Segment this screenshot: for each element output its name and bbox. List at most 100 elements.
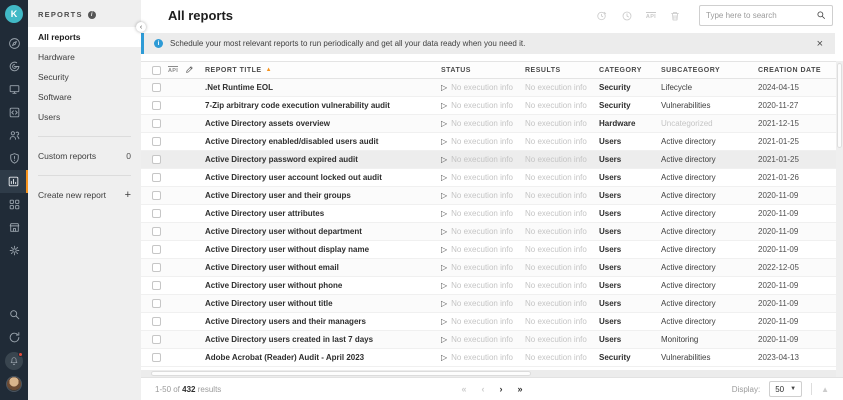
run-report-icon[interactable]: ▷ — [441, 155, 447, 164]
previous-page-button[interactable]: ‹ — [482, 384, 485, 394]
column-header-report-title[interactable]: REPORT TITLE ▲ — [193, 67, 429, 74]
row-checkbox[interactable] — [152, 299, 161, 308]
run-report-icon[interactable]: ▷ — [441, 299, 447, 308]
run-report-icon[interactable]: ▷ — [441, 263, 447, 272]
row-checkbox[interactable] — [152, 119, 161, 128]
run-report-icon[interactable]: ▷ — [441, 317, 447, 326]
table-row[interactable]: Active Directory user without email ▷ No… — [141, 259, 836, 277]
row-checkbox[interactable] — [152, 353, 161, 362]
sidebar-collapse-button[interactable]: ‹ — [136, 22, 146, 32]
clock-icon[interactable] — [621, 10, 633, 22]
first-page-button[interactable]: « — [461, 384, 466, 394]
search-icon[interactable] — [816, 7, 826, 25]
row-checkbox[interactable] — [152, 209, 161, 218]
sidebar-item-users[interactable]: Users — [28, 107, 141, 127]
run-report-icon[interactable]: ▷ — [441, 353, 447, 362]
table-row[interactable]: Active Directory password expired audit … — [141, 151, 836, 169]
next-page-button[interactable]: › — [500, 384, 503, 394]
column-header-results[interactable]: RESULTS — [513, 67, 587, 74]
table-row[interactable]: Active Directory user without department… — [141, 223, 836, 241]
search-icon[interactable] — [0, 303, 28, 326]
close-icon[interactable]: × — [815, 38, 825, 49]
report-title[interactable]: Active Directory user attributes — [193, 209, 429, 218]
column-header-creation-date[interactable]: CREATION DATE — [746, 67, 836, 74]
collapse-up-icon[interactable]: ▲ — [821, 385, 829, 394]
search-input[interactable] — [706, 11, 812, 20]
trash-icon[interactable] — [669, 10, 681, 22]
report-title[interactable]: Active Directory assets overview — [193, 119, 429, 128]
create-new-report-button[interactable]: Create new report + — [28, 185, 141, 205]
sidebar-item-software[interactable]: Software — [28, 87, 141, 107]
run-report-icon[interactable]: ▷ — [441, 335, 447, 344]
column-header-status[interactable]: STATUS — [429, 67, 513, 74]
report-title[interactable]: Adobe Acrobat (Reader) Audit - April 202… — [193, 353, 429, 362]
row-checkbox[interactable] — [152, 191, 161, 200]
table-row[interactable]: Active Directory user account locked out… — [141, 169, 836, 187]
run-report-icon[interactable]: ▷ — [441, 227, 447, 236]
search-box[interactable] — [699, 5, 833, 26]
reports-chart-icon[interactable] — [0, 170, 28, 193]
table-row[interactable]: Active Directory users created in last 7… — [141, 331, 836, 349]
last-page-button[interactable]: » — [518, 384, 523, 394]
report-title[interactable]: Active Directory enabled/disabled users … — [193, 137, 429, 146]
workspace-logo[interactable]: K — [5, 5, 23, 23]
report-title[interactable]: Active Directory users created in last 7… — [193, 335, 429, 344]
report-title[interactable]: 7-Zip arbitrary code execution vulnerabi… — [193, 101, 429, 110]
info-icon[interactable]: i — [87, 10, 96, 19]
run-report-icon[interactable]: ▷ — [441, 191, 447, 200]
report-title[interactable]: Active Directory password expired audit — [193, 155, 429, 164]
run-report-icon[interactable]: ▷ — [441, 119, 447, 128]
select-all-checkbox[interactable] — [152, 65, 161, 75]
users-icon[interactable] — [0, 124, 28, 147]
row-checkbox[interactable] — [152, 101, 161, 110]
report-title[interactable]: Active Directory user account locked out… — [193, 173, 429, 182]
run-report-icon[interactable]: ▷ — [441, 209, 447, 218]
row-checkbox[interactable] — [152, 155, 161, 164]
vertical-scrollbar[interactable] — [836, 61, 843, 377]
sidebar-item-security[interactable]: Security — [28, 67, 141, 87]
row-checkbox[interactable] — [152, 263, 161, 272]
gear-icon[interactable] — [0, 239, 28, 262]
row-checkbox[interactable] — [152, 245, 161, 254]
shield-icon[interactable] — [0, 147, 28, 170]
table-row[interactable]: Active Directory user without title ▷ No… — [141, 295, 836, 313]
table-row[interactable]: Active Directory enabled/disabled users … — [141, 133, 836, 151]
radar-icon[interactable] — [0, 55, 28, 78]
bell-icon[interactable] — [0, 349, 28, 372]
row-checkbox[interactable] — [152, 83, 161, 92]
run-report-icon[interactable]: ▷ — [441, 173, 447, 182]
sidebar-item-all-reports[interactable]: All reports — [28, 27, 141, 47]
report-title[interactable]: Active Directory user without email — [193, 263, 429, 272]
column-header-category[interactable]: CATEGORY — [587, 67, 649, 74]
run-report-icon[interactable]: ▷ — [441, 245, 447, 254]
table-row[interactable]: Active Directory user attributes ▷ No ex… — [141, 205, 836, 223]
store-icon[interactable] — [0, 216, 28, 239]
api-icon[interactable]: API — [645, 11, 656, 20]
scrollbar-thumb[interactable] — [837, 63, 842, 148]
table-row[interactable]: Active Directory user and their groups ▷… — [141, 187, 836, 205]
report-title[interactable]: Active Directory users and their manager… — [193, 317, 429, 326]
code-box-icon[interactable] — [0, 101, 28, 124]
scrollbar-thumb[interactable] — [151, 371, 531, 376]
row-checkbox[interactable] — [152, 317, 161, 326]
schedule-report-icon[interactable] — [596, 10, 608, 22]
compass-icon[interactable] — [0, 32, 28, 55]
user-avatar[interactable] — [6, 376, 22, 392]
table-row[interactable]: Active Directory users and their manager… — [141, 313, 836, 331]
column-header-subcategory[interactable]: SUBCATEGORY — [649, 67, 746, 74]
sidebar-item-hardware[interactable]: Hardware — [28, 47, 141, 67]
report-title[interactable]: Active Directory user without display na… — [193, 245, 429, 254]
refresh-icon[interactable] — [0, 326, 28, 349]
run-report-icon[interactable]: ▷ — [441, 137, 447, 146]
api-column-icon[interactable]: API — [168, 66, 179, 74]
row-checkbox[interactable] — [152, 173, 161, 182]
report-title[interactable]: Active Directory user without phone — [193, 281, 429, 290]
run-report-icon[interactable]: ▷ — [441, 83, 447, 92]
report-title[interactable]: .Net Runtime EOL — [193, 83, 429, 92]
run-report-icon[interactable]: ▷ — [441, 281, 447, 290]
table-row[interactable]: .Net Runtime EOL ▷ No execution info No … — [141, 79, 836, 97]
report-title[interactable]: Active Directory user and their groups — [193, 191, 429, 200]
monitor-icon[interactable] — [0, 78, 28, 101]
page-size-select[interactable]: 50 ▼ — [769, 381, 803, 397]
sidebar-item-custom-reports[interactable]: Custom reports 0 — [28, 146, 141, 166]
